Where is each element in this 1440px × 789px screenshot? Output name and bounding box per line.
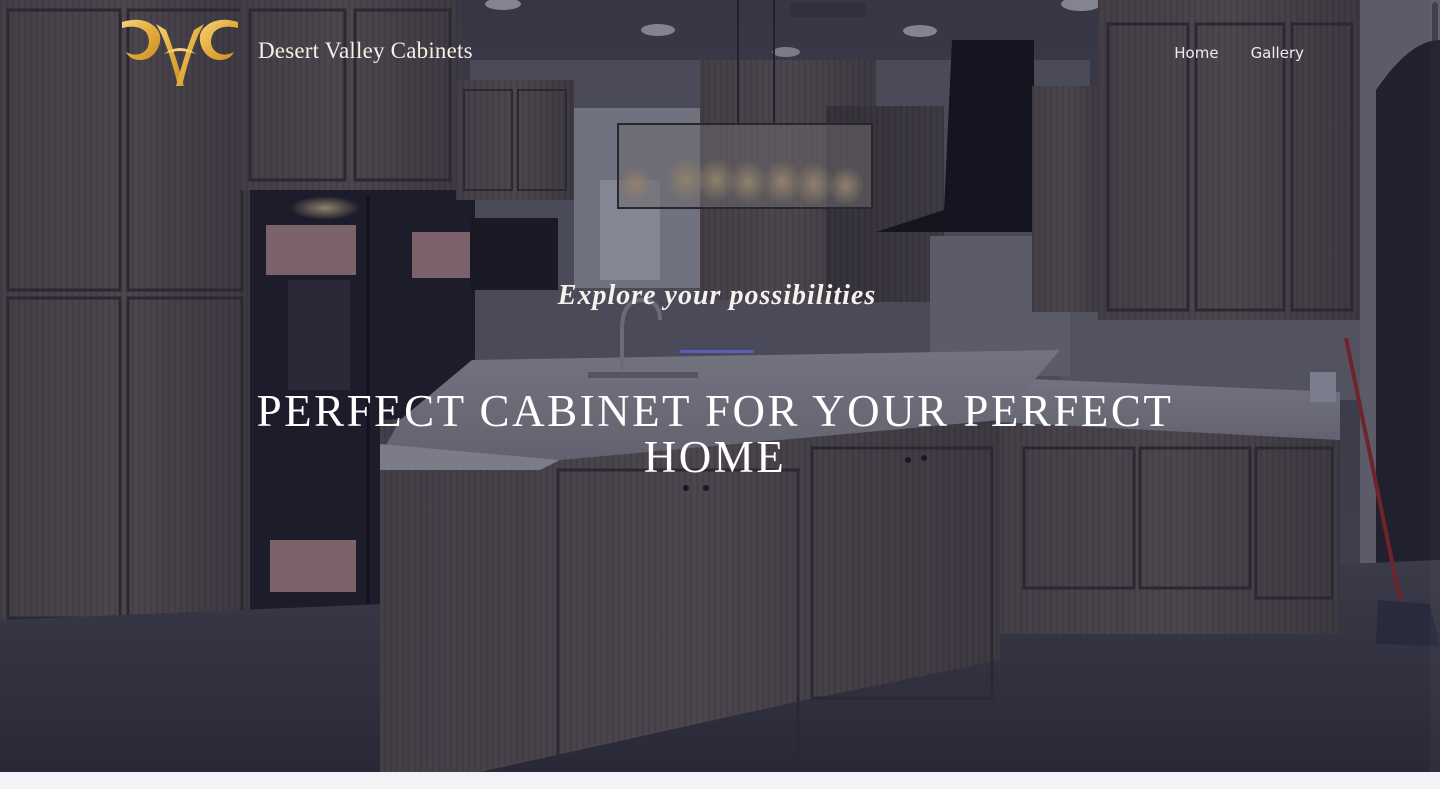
hero-headline: PERFECT CABINET FOR YOUR PERFECT HOME (256, 386, 1174, 482)
dvc-monogram-logo[interactable] (120, 14, 240, 90)
page-scrollbar[interactable] (1430, 0, 1440, 772)
nav-home-link[interactable]: Home (1174, 44, 1218, 62)
hero-section: Desert Valley Cabinets Home Gallery Expl… (0, 0, 1440, 772)
site-header: Desert Valley Cabinets Home Gallery (0, 0, 1440, 108)
main-nav: Home Gallery (1174, 44, 1304, 62)
nav-gallery-link[interactable]: Gallery (1251, 44, 1304, 62)
page-content-start (0, 772, 1440, 789)
brand-name[interactable]: Desert Valley Cabinets (258, 38, 473, 64)
hero-tagline: Explore your possibilities (557, 280, 877, 311)
scrollbar-thumb[interactable] (1432, 2, 1438, 270)
tagline-divider (680, 350, 754, 353)
